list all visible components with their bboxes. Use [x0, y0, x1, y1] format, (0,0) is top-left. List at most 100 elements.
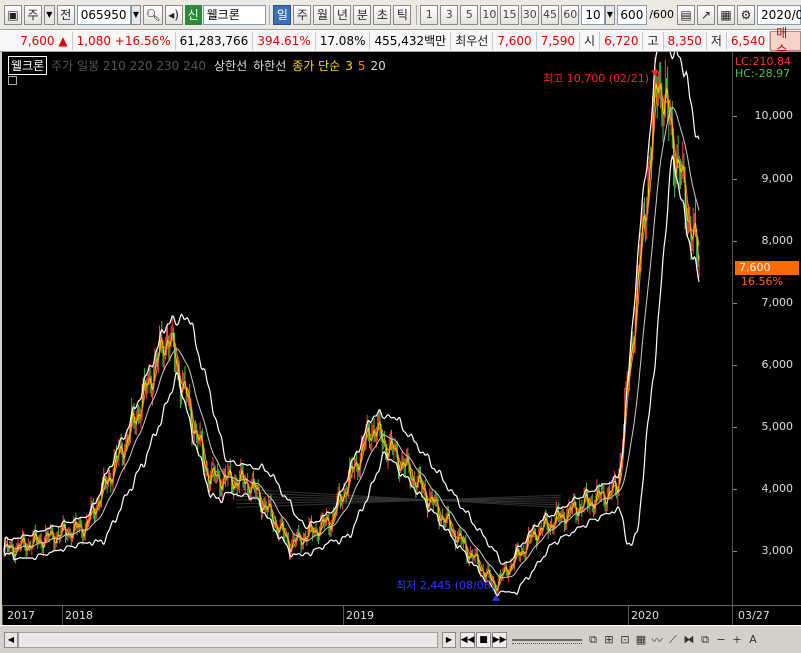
y-tick-label: 7,000: [761, 296, 794, 309]
best-ask: 7,600: [493, 31, 537, 50]
price-axis: LC:210.84 HC:-28.97 10,000 9,000 8,000 7…: [732, 52, 801, 605]
code-dropdown-icon[interactable]: ▼: [130, 4, 142, 25]
stock-tag[interactable]: 웰크론: [8, 56, 48, 75]
stop-icon[interactable]: ■: [476, 631, 491, 648]
x-tick-mark: [343, 606, 344, 626]
trend-icon[interactable]: 〰: [650, 632, 664, 648]
chart-option-icon[interactable]: [8, 76, 17, 85]
tab-minute[interactable]: 분: [353, 4, 372, 25]
window-icon[interactable]: ⊡: [618, 632, 632, 648]
volume-ratio: 394.61%: [253, 31, 316, 50]
x-label-2018: 2018: [65, 609, 93, 622]
legend-upper-band: 상한선: [213, 59, 248, 73]
save-icon[interactable]: ▦: [717, 4, 736, 25]
high-marker: [650, 70, 659, 77]
horizontal-scrollbar[interactable]: [18, 631, 438, 648]
x-label-2017: 2017: [7, 609, 35, 622]
open-label: 시: [580, 31, 601, 50]
bottom-bar: ◀ ▶ ◀◀ ■ ▶▶ ⧉ ⊞ ⊡ ▦ 〰 ⟋ ⧓ ⧉ − + A: [0, 625, 801, 653]
count-input[interactable]: 600: [617, 4, 648, 25]
scroll-right-icon[interactable]: ▶: [442, 631, 456, 648]
x-tick-mark: [2, 606, 3, 626]
lower-band-line: [3, 154, 700, 597]
price-chart[interactable]: 웰크론 주가 일봉 210 220 230 240 상한선 하한선 종가 단순 …: [2, 52, 732, 605]
tab-tick[interactable]: 틱: [393, 4, 412, 25]
chart-type-icon[interactable]: ▤: [677, 4, 696, 25]
toolbar-divider: [269, 4, 271, 25]
draw-tool-icon[interactable]: ↗: [697, 4, 716, 25]
forward-icon[interactable]: ▶▶: [492, 631, 507, 648]
current-price: 7,600 ▲: [0, 31, 73, 50]
y-tick-label: 4,000: [761, 482, 794, 495]
stock-code-input[interactable]: 065950: [76, 4, 131, 25]
upper-band-line: [3, 52, 700, 565]
interval-10[interactable]: 10: [480, 4, 499, 25]
interval-1[interactable]: 1: [420, 4, 439, 25]
zoom-slider[interactable]: [512, 632, 582, 648]
interval-3[interactable]: 3: [440, 4, 459, 25]
high-annotation: 최고 10,700 (02/21): [543, 72, 650, 85]
tab-daily[interactable]: 일: [273, 4, 292, 25]
slider-ticks: [512, 642, 582, 645]
sound-icon[interactable]: ◂): [164, 4, 183, 25]
line-icon[interactable]: ⟋: [666, 632, 680, 648]
layout-icon[interactable]: ▣: [4, 4, 22, 25]
tab-yearly[interactable]: 년: [333, 4, 352, 25]
link-icon[interactable]: ⧓: [682, 632, 696, 648]
tab-weekly[interactable]: 주: [293, 4, 312, 25]
scroll-left-icon[interactable]: ◀: [4, 631, 18, 648]
rewind-icon[interactable]: ◀◀: [460, 631, 475, 648]
tab-second[interactable]: 초: [373, 4, 392, 25]
buy-button[interactable]: 매수: [770, 26, 801, 57]
copy-icon[interactable]: ⧉: [586, 632, 600, 648]
y-tick-label: 6,000: [761, 358, 794, 371]
interval-input[interactable]: 10: [581, 4, 605, 25]
legend-candles: 주가 일봉 210 220 230 240: [51, 59, 206, 73]
hc-label: HC:-28.97: [735, 67, 791, 80]
legend-ma5: 5: [357, 58, 366, 73]
y-tick-mark: [733, 365, 737, 366]
legend-ma3: 3: [345, 58, 353, 73]
y-tick-mark: [733, 427, 737, 428]
toolbar-divider: [416, 4, 418, 25]
tab-monthly[interactable]: 월: [313, 4, 332, 25]
zoom-in-icon[interactable]: +: [730, 632, 744, 648]
quote-bar: 7,600 ▲ 1,080 +16.56% 61,283,766 394.61%…: [0, 26, 801, 57]
top-toolbar: ▣ 주 ▼ 전 065950 ▼ 🔍︎ ◂) 신 웰크론 일 주 월 년 분 초…: [0, 0, 801, 30]
change-pct: +16.56%: [114, 33, 171, 48]
interval-30[interactable]: 30: [520, 4, 539, 25]
search-icon[interactable]: 🔍︎: [143, 4, 163, 25]
trade-amount: 455,432백만: [370, 31, 452, 50]
volume: 61,283,766: [176, 31, 254, 50]
current-pct-label: 16.56%: [741, 275, 783, 288]
interval-dropdown-icon[interactable]: ▼: [604, 4, 616, 25]
count-total: /600: [649, 8, 675, 21]
interval-5[interactable]: 5: [460, 4, 479, 25]
y-tick-mark: [733, 551, 737, 552]
y-tick-label: 9,000: [761, 172, 794, 185]
gear-icon[interactable]: ⚙: [737, 4, 756, 25]
grid-icon[interactable]: ▦: [634, 632, 648, 648]
price-value: 7,600: [20, 33, 55, 48]
compare-icon[interactable]: ⧉: [698, 632, 712, 648]
prev-button[interactable]: 전: [56, 4, 75, 25]
period-dropdown-icon[interactable]: ▼: [44, 4, 55, 25]
font-size-icon[interactable]: A: [746, 632, 760, 648]
y-tick-label: 3,000: [761, 544, 794, 557]
zoom-out-icon[interactable]: −: [714, 632, 728, 648]
period-selector[interactable]: 주: [24, 4, 42, 25]
high-value: 8,350: [664, 31, 707, 50]
stock-name-field[interactable]: 웰크론: [202, 4, 267, 25]
legend-lower-band: 하한선: [253, 59, 287, 73]
interval-45[interactable]: 45: [540, 4, 560, 25]
up-arrow-icon: ▲: [58, 33, 68, 48]
y-tick-mark: [733, 241, 737, 242]
y-tick-mark: [733, 303, 737, 304]
y-tick-mark: [733, 489, 737, 490]
interval-15[interactable]: 15: [500, 4, 519, 25]
y-tick-mark: [733, 179, 737, 180]
date-input[interactable]: 2020/03: [757, 4, 801, 25]
interval-60[interactable]: 60: [561, 4, 580, 25]
layout-split-icon[interactable]: ⊞: [602, 632, 616, 648]
best-ask-label: 최우선: [451, 31, 494, 50]
